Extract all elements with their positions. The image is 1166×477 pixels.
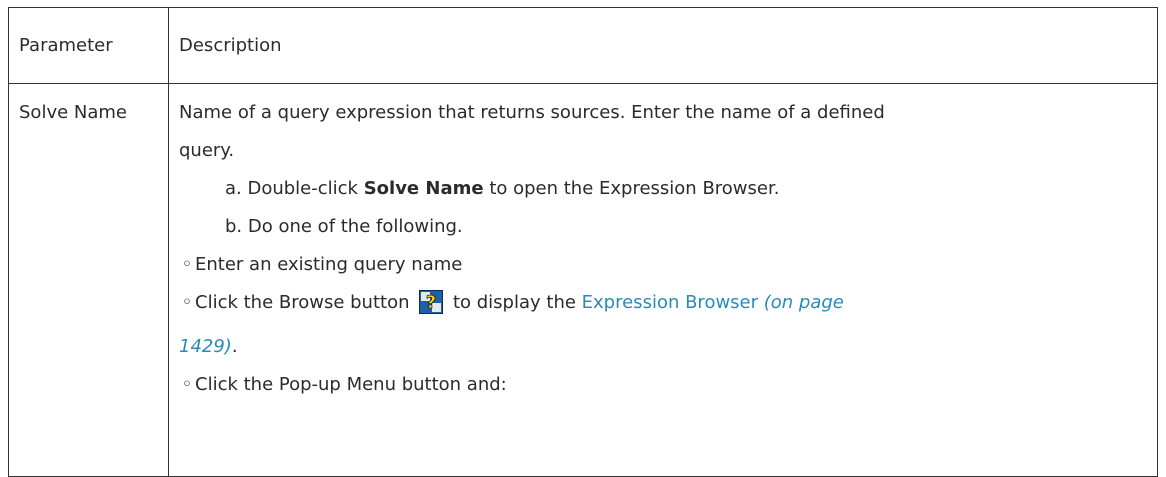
bullet-browse-cont: 1429). <box>179 328 1147 366</box>
bullet-text: . <box>231 336 238 357</box>
bullet-icon: ◦ <box>181 254 193 275</box>
bullet-text: Click the Browse button <box>195 292 416 313</box>
step-a: a. Double-click Solve Name to open the E… <box>179 170 1147 208</box>
page-ref-link[interactable]: (on page <box>758 292 844 313</box>
step-a-text-end: to open the Expression Browser. <box>483 178 780 199</box>
description-line: Name of a query expression that returns … <box>179 102 885 123</box>
table-row: Solve Name Name of a query expression th… <box>8 83 1158 477</box>
header-parameter: Parameter <box>8 7 169 84</box>
step-a-bold: Solve Name <box>363 178 484 199</box>
parameter-name: Solve Name <box>8 83 169 477</box>
parameter-description: Name of a query expression that returns … <box>168 83 1158 477</box>
description-line: query. <box>179 140 235 161</box>
bullet-browse: ◦ Click the Browse button ? to display th… <box>179 284 1147 328</box>
table-header-row: Parameter Description <box>8 7 1158 84</box>
bullet-text: Click the Pop-up Menu button and: <box>195 374 507 395</box>
bullet-popup: ◦ Click the Pop-up Menu button and: <box>179 366 1147 404</box>
svg-text:?: ? <box>426 292 436 313</box>
bullet-icon: ◦ <box>181 374 193 395</box>
bullet-icon: ◦ <box>181 292 193 313</box>
bullet-enter-name: ◦ Enter an existing query name <box>179 246 1147 284</box>
step-a-text: a. Double-click <box>225 178 364 199</box>
header-description: Description <box>168 7 1158 84</box>
browse-query-icon[interactable]: ? <box>419 290 444 328</box>
bullet-text: Enter an existing query name <box>195 254 463 275</box>
bullet-text: to display the <box>447 292 582 313</box>
step-b: b. Do one of the following. <box>225 216 463 237</box>
page-ref-link[interactable]: 1429) <box>179 336 232 357</box>
expression-browser-link[interactable]: Expression Browser <box>582 292 758 313</box>
parameter-table: Parameter Description Solve Name Name of… <box>8 7 1158 477</box>
